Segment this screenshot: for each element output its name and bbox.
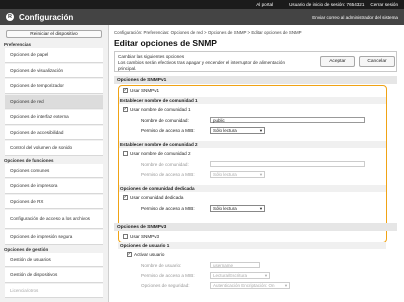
sidebar-section-preferences: Preferencias xyxy=(4,42,32,47)
ok-button[interactable]: Aceptar xyxy=(320,56,355,67)
community1-name-label: Nombre de comunidad: xyxy=(141,118,189,123)
security-value: Autenticación Encriptación: On xyxy=(213,283,275,288)
use-snmpv1-label: Usar SNMPv1 xyxy=(130,88,160,93)
sidebar-item-volume[interactable]: Control del volumen de sonido xyxy=(5,141,103,156)
dedicated-mib-label: Permiso de acceso a MIB: xyxy=(141,206,195,211)
use-dedicated-community-checkbox[interactable]: ✓ xyxy=(123,195,128,200)
use-community2-label: Usar nombre de comunidad 2 xyxy=(130,151,191,156)
chevron-down-icon: ▼ xyxy=(259,128,263,133)
snmpv1-section-header: Opciones de SNMPv1 xyxy=(114,76,397,84)
use-community1-label: Usar nombre de comunidad 1 xyxy=(130,107,191,112)
notice-line-3: principal. xyxy=(118,66,137,71)
sidebar-item-secure-print[interactable]: Opciones de impresión segura xyxy=(5,230,103,245)
use-snmpv1-checkbox[interactable]: ✓ xyxy=(123,88,128,93)
settings-logo-icon: R xyxy=(6,13,14,21)
community1-name-input[interactable]: public xyxy=(210,117,365,123)
sidebar-item-rx[interactable]: Opciones de RX xyxy=(5,194,103,209)
breadcrumb: Configuración: Preferencias: Opciones de… xyxy=(114,30,302,35)
page-header-title: Configuración xyxy=(19,12,74,22)
sidebar-item-file-access[interactable]: Configuración de acceso a los archivos xyxy=(5,210,103,229)
sidebar-item-display[interactable]: Opciones de visualización xyxy=(5,63,103,78)
logout-link[interactable]: Cerrar sesión xyxy=(370,2,398,7)
use-community2-checkbox[interactable] xyxy=(123,151,128,156)
page-title: Editar opciones de SNMP xyxy=(114,38,217,48)
user1-mib-value: Lectura/Escritura xyxy=(213,273,248,278)
sidebar: Reiniciar el dispositivo Preferencias Op… xyxy=(0,25,109,302)
community1-mib-select[interactable]: Sólo lectura ▼ xyxy=(210,127,265,134)
chevron-down-icon: ▼ xyxy=(259,172,263,177)
community2-mib-value: Sólo lectura xyxy=(213,172,237,177)
community2-name-label: Nombre de comunidad: xyxy=(141,162,189,167)
snmpv3-section-header: Opciones de SNMPv3 xyxy=(114,223,397,231)
sidebar-item-devices[interactable]: Gestión de dispositivos xyxy=(5,268,103,283)
dedicated-mib-select[interactable]: Sólo lectura ▼ xyxy=(210,205,265,212)
main-content: Configuración: Preferencias: Opciones de… xyxy=(114,25,400,302)
notice-line-2: Los cambios serán efectivos tras apagar … xyxy=(118,60,285,65)
user1-mib-label: Permiso de acceso a MIB: xyxy=(141,273,195,278)
use-community1-checkbox[interactable]: ✓ xyxy=(123,107,128,112)
use-snmpv3-label: Usar SNMPv3 xyxy=(130,234,160,239)
community1-mib-value: Sólo lectura xyxy=(213,128,237,133)
sidebar-section-functions: Opciones de funciones xyxy=(4,157,54,163)
use-dedicated-community-label: Usar comunidad dedicada xyxy=(130,195,184,200)
sidebar-item-external-interface[interactable]: Opciones de interfaz externa xyxy=(5,110,103,125)
activate-user-checkbox[interactable]: ✓ xyxy=(127,252,132,257)
use-snmpv3-checkbox[interactable] xyxy=(123,234,128,239)
security-select[interactable]: Autenticación Encriptación: On ▼ xyxy=(210,282,290,289)
sidebar-item-timer[interactable]: Opciones de temporizador xyxy=(5,79,103,94)
community2-mib-select[interactable]: Sólo lectura ▼ xyxy=(210,171,265,178)
community2-name-input[interactable] xyxy=(210,161,365,167)
cancel-button[interactable]: Cancelar xyxy=(359,56,395,67)
sidebar-item-accessibility[interactable]: Opciones de accesibilidad xyxy=(5,125,103,140)
chevron-down-icon: ▼ xyxy=(259,206,263,211)
app-header: R Configuración Enviar correo al adminis… xyxy=(0,9,404,25)
mail-admin-link[interactable]: Enviar correo al administrador del siste… xyxy=(312,15,398,20)
top-bar: Al portal Usuario de inicio de sesión: 7… xyxy=(0,0,404,9)
username-input[interactable]: username xyxy=(210,262,260,268)
restart-device-button[interactable]: Reiniciar el dispositivo xyxy=(6,30,102,38)
sidebar-item-license[interactable]: Licencia/otros xyxy=(5,283,103,298)
notice-line-1: Cambiar las siguientes opciones xyxy=(118,54,185,59)
community1-mib-label: Permiso de acceso a MIB: xyxy=(141,128,195,133)
user1-mib-select[interactable]: Lectura/Escritura ▼ xyxy=(210,272,270,279)
session-user-label: Usuario de inicio de sesión: 7654321 xyxy=(289,2,365,7)
dedicated-mib-value: Sólo lectura xyxy=(213,206,237,211)
chevron-down-icon: ▼ xyxy=(284,283,288,288)
sidebar-section-management: Opciones de gestión xyxy=(4,246,49,252)
security-label: Opciones de seguridad: xyxy=(141,283,190,288)
community2-mib-label: Permiso de acceso a MIB: xyxy=(141,172,195,177)
portal-link[interactable]: Al portal xyxy=(256,2,273,7)
sidebar-item-network[interactable]: Opciones de red xyxy=(5,94,103,109)
sidebar-item-users[interactable]: Gestión de usuarios xyxy=(5,252,103,267)
username-label: Nombre de usuario: xyxy=(141,263,182,268)
community1-header: Establecer nombre de comunidad 1 xyxy=(118,97,386,104)
community2-header: Establecer nombre de comunidad 2 xyxy=(118,141,386,148)
activate-user-label: Activar usuario xyxy=(134,252,165,257)
notice-box: Cambiar las siguientes opciones Los camb… xyxy=(114,51,397,72)
dedicated-community-header: Opciones de comunidad dedicada xyxy=(118,185,386,192)
sidebar-item-common[interactable]: Opciones comunes xyxy=(5,163,103,178)
user1-header: Opciones de usuario 1 xyxy=(118,242,386,249)
sidebar-item-paper[interactable]: Opciones de papel xyxy=(5,48,103,63)
sidebar-item-printer[interactable]: Opciones de impresora xyxy=(5,179,103,194)
chevron-down-icon: ▼ xyxy=(264,273,268,278)
